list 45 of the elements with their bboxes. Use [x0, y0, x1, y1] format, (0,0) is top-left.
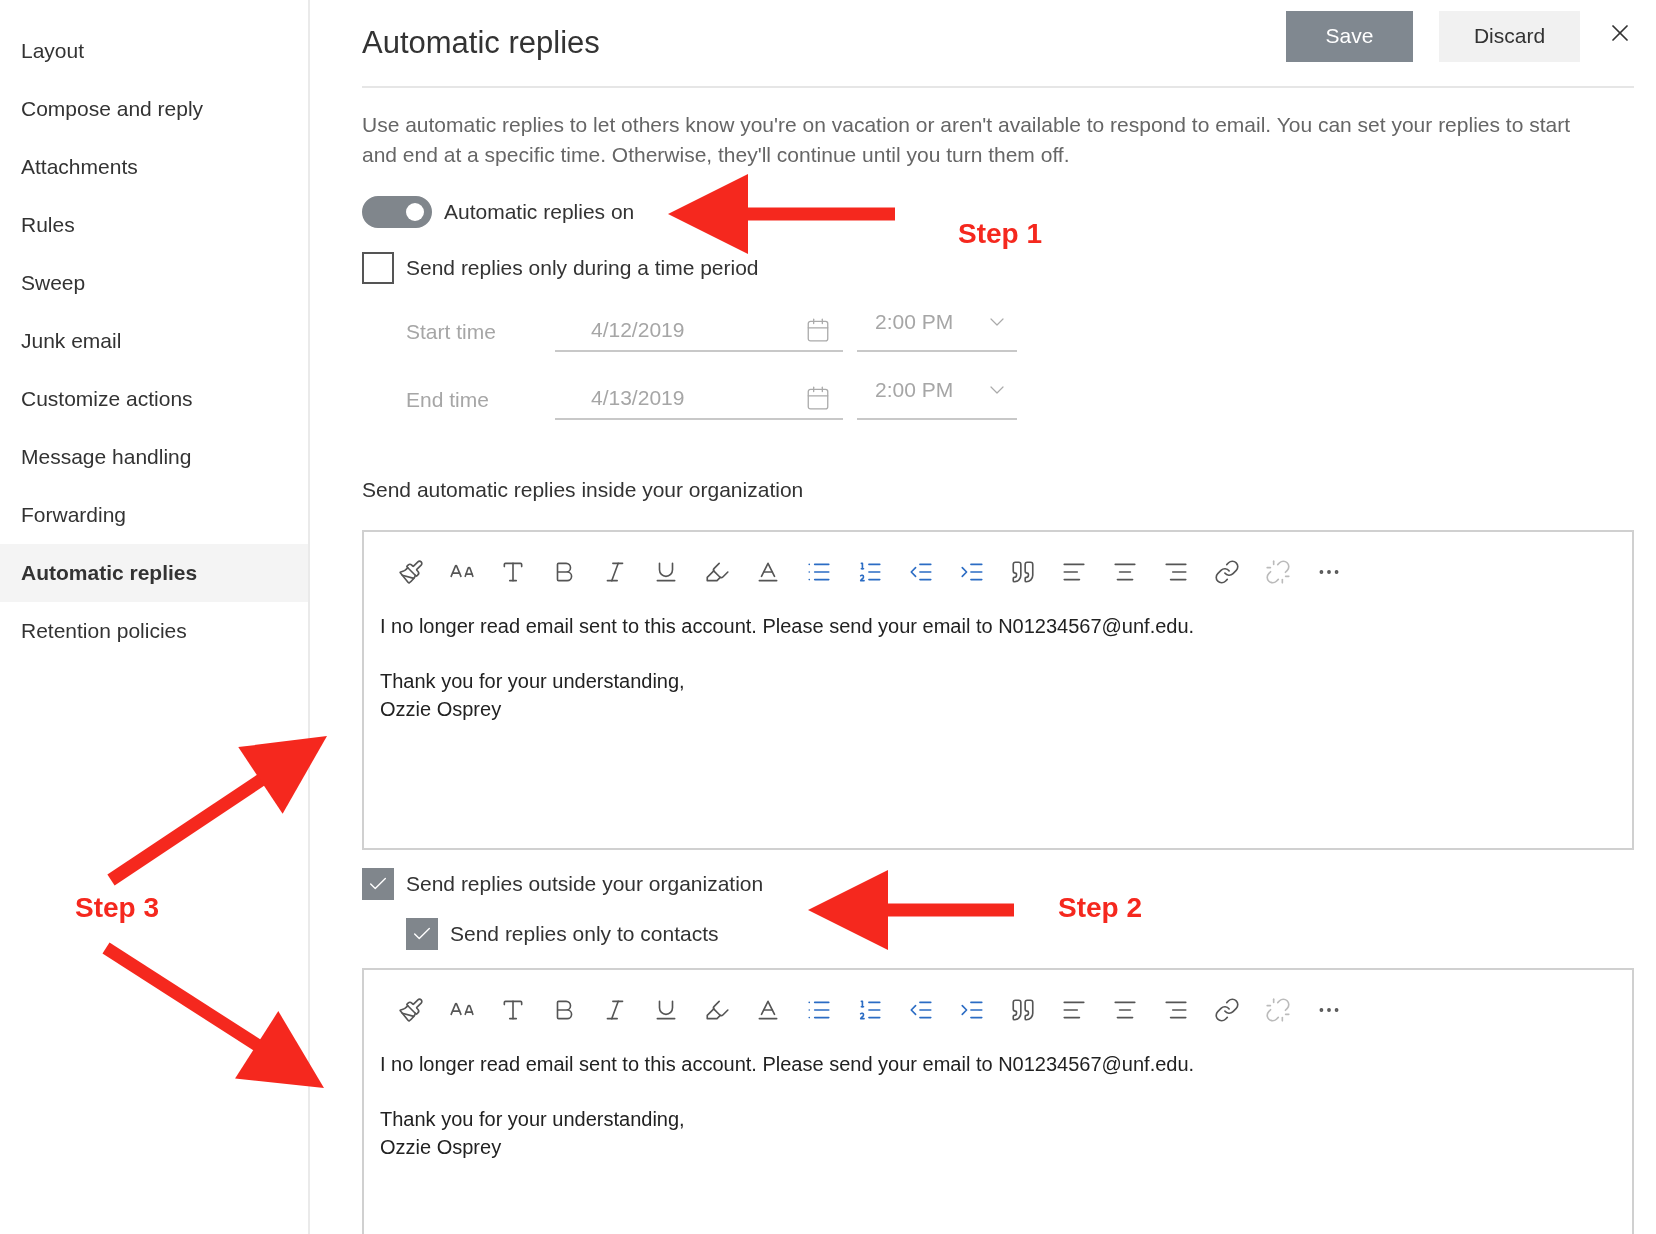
- section-label: Send automatic replies inside your organization: [362, 478, 805, 502]
- toggle-label: Automatic replies on: [444, 200, 635, 224]
- checkbox[interactable]: [406, 918, 438, 950]
- toggle-switch[interactable]: [362, 196, 432, 228]
- sidebar-item[interactable]: Automatic replies: [0, 544, 308, 602]
- sidebar-item[interactable]: Customize actions: [0, 370, 308, 428]
- message-text: Thank you for your understanding,: [380, 670, 685, 692]
- calendar-icon: [805, 317, 831, 343]
- quote-icon[interactable]: [1010, 559, 1036, 585]
- checkbox-label: Send replies only during a time period: [406, 256, 759, 280]
- sidebar-item[interactable]: Forwarding: [0, 486, 308, 544]
- sidebar-item[interactable]: Message handling: [0, 428, 308, 486]
- message-text: Thank you for your understanding,: [380, 1108, 685, 1130]
- paintbrush-icon[interactable]: [398, 559, 424, 585]
- step-label: Step 2: [1058, 892, 1143, 924]
- quote-icon[interactable]: [1010, 997, 1036, 1023]
- message-editor[interactable]: I no longer read email sent to this account. Please send your email to N01234567@unf.edu. Thank you for your understanding, Ozzie Osprey: [362, 968, 1634, 1234]
- message-text: I no longer read email sent to this account. Please send your email to N01234567@unf.edu.: [380, 1053, 1195, 1075]
- time-label: End time: [406, 388, 490, 413]
- sidebar-item[interactable]: Layout: [0, 22, 308, 80]
- message-text: I no longer read email sent to this account. Please send your email to N01234567@unf.edu.: [380, 615, 1195, 637]
- message-text: Ozzie Osprey: [380, 1136, 502, 1158]
- checkbox-label: Send replies outside your organization: [406, 872, 764, 896]
- description-text: Use automatic replies to let others know you're on vacation or aren't available to respond to email. You can set your replies to start and end at a specific time. Otherwise, they'll continue until you turn them off.: [362, 112, 1571, 168]
- sidebar-item[interactable]: Junk email: [0, 312, 308, 370]
- time-label: Start time: [406, 320, 497, 345]
- paintbrush-icon[interactable]: [398, 997, 424, 1023]
- step-label: Step 1: [958, 218, 1043, 250]
- sidebar-item[interactable]: Retention policies: [0, 602, 308, 660]
- calendar-icon: [805, 385, 831, 411]
- message-editor[interactable]: I no longer read email sent to this account. Please send your email to N01234567@unf.edu. Thank you for your understanding, Ozzie Osprey: [362, 530, 1634, 850]
- checkbox[interactable]: [362, 252, 394, 284]
- checkbox[interactable]: [362, 868, 394, 900]
- save-button[interactable]: Save: [1286, 10, 1413, 62]
- link-icon[interactable]: [1214, 559, 1240, 585]
- sidebar-item[interactable]: Compose and reply: [0, 80, 308, 138]
- step-label: Step 3: [75, 892, 160, 924]
- sidebar-item[interactable]: Rules: [0, 196, 308, 254]
- sidebar-item[interactable]: Attachments: [0, 138, 308, 196]
- page-title: Automatic replies: [362, 25, 601, 61]
- discard-button[interactable]: Discard: [1439, 10, 1580, 62]
- checkbox-label: Send replies only to contacts: [450, 922, 719, 946]
- message-text: Ozzie Osprey: [380, 698, 502, 720]
- link-icon[interactable]: [1214, 997, 1240, 1023]
- sidebar-item[interactable]: Sweep: [0, 254, 308, 312]
